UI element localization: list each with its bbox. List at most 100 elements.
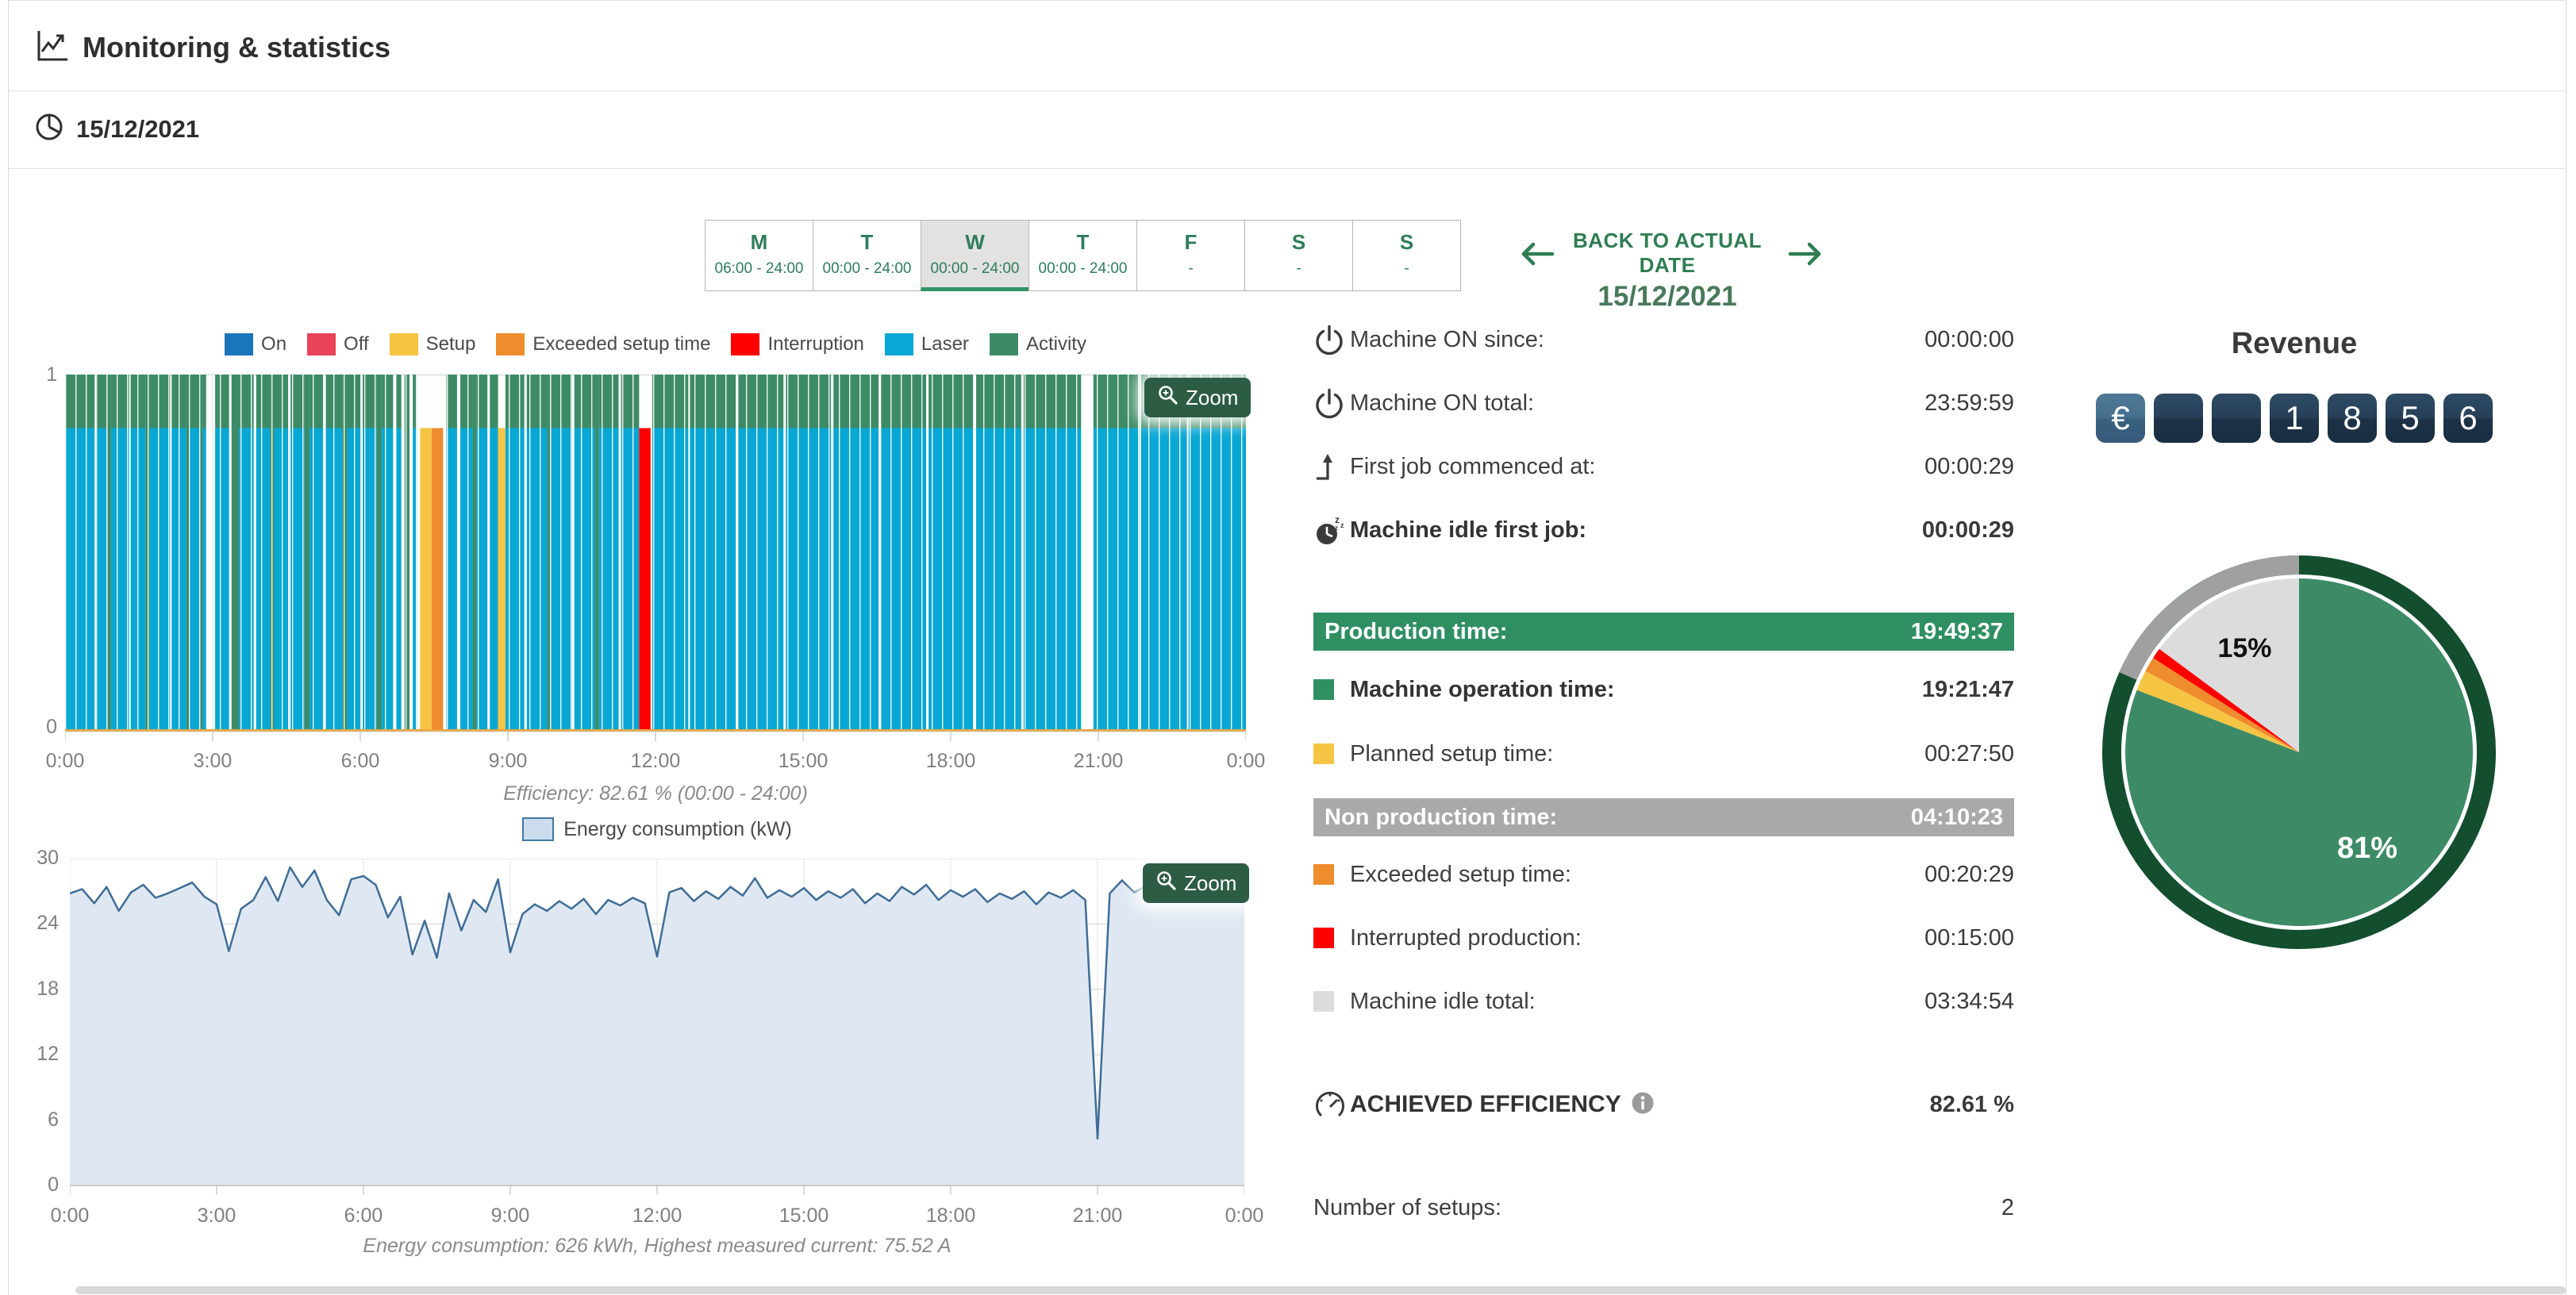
day-letter: M (706, 230, 813, 255)
zoom-magnifier-icon (1155, 870, 1177, 897)
week-day-3[interactable]: T00:00 - 24:00 (1028, 220, 1137, 291)
stat-label: First job commenced at: (1350, 454, 1595, 480)
svg-text:z: z (1335, 525, 1338, 532)
stat-label: Planned setup time: (1350, 741, 1553, 767)
currency-tile: € (2096, 394, 2145, 443)
power-icon (1313, 324, 1350, 355)
back-to-actual-date[interactable]: BACK TO ACTUAL DATE 15/12/2021 (1554, 229, 1781, 313)
energy-x-tick-label: 3:00 (181, 1205, 252, 1228)
revenue-title: Revenue (2096, 327, 2493, 361)
horizontal-scrollbar[interactable] (75, 1286, 2566, 1294)
stat-value: 82.61 % (1930, 1092, 2014, 1118)
job-start-icon (1313, 451, 1350, 482)
energy-y-tick-label: 24 (19, 912, 59, 935)
timeline-ymin-label: 0 (17, 716, 57, 739)
legend-item-setup: Setup (390, 333, 476, 355)
stat-swatch (1313, 864, 1334, 885)
legend-label: Activity (1026, 333, 1086, 355)
info-icon[interactable] (1631, 1091, 1655, 1119)
energy-x-tick-label: 6:00 (328, 1205, 399, 1228)
legend-item-laser: Laser (885, 333, 969, 355)
stat-row-first-job-commenced-at: First job commenced at:00:00:29 (1313, 448, 2014, 486)
timeline-ymax-label: 1 (17, 363, 57, 386)
stat-label: Number of setups: (1313, 1195, 1501, 1221)
date-header: 15/12/2021 (33, 111, 199, 147)
stat-row-machine-on-since: Machine ON since: 00:00:00 (1313, 321, 2014, 359)
energy-zoom-button[interactable]: Zoom (1143, 863, 1249, 903)
stat-label: Machine ON total: (1350, 390, 1534, 417)
energy-y-tick-label: 0 (19, 1174, 59, 1197)
gauge-icon (1313, 1088, 1350, 1121)
power-icon (1313, 387, 1350, 419)
revenue-digit-display: €1856 (2096, 394, 2493, 443)
week-day-5[interactable]: S- (1244, 220, 1353, 291)
card-left-border (8, 0, 9, 1295)
day-hours: 00:00 - 24:00 (921, 260, 1028, 278)
digit-tile: 8 (2328, 394, 2377, 443)
legend-item-exceeded-setup-time: Exceeded setup time (496, 333, 710, 355)
timeline-x-tick-label: 21:00 (1063, 750, 1134, 773)
stat-label: Machine idle total: (1350, 989, 1536, 1015)
energy-y-tick-label: 6 (19, 1109, 59, 1132)
digit-tile: 5 (2386, 394, 2435, 443)
stat-value: 00:00:00 (1924, 327, 2014, 353)
stat-row-machine-operation-time: Machine operation time:19:21:47 (1313, 671, 2014, 709)
legend-swatch (225, 333, 253, 355)
timeline-x-tick-label: 3:00 (177, 750, 248, 773)
legend-swatch (731, 333, 759, 355)
previous-day-arrow[interactable] (1517, 238, 1555, 274)
timeline-legend: OnOffSetupExceeded setup timeInterruptio… (65, 333, 1246, 355)
legend-swatch (885, 333, 913, 355)
digit-tile: 1 (2270, 394, 2319, 443)
stat-row-interrupted-production: Interrupted production:00:15:00 (1313, 919, 2014, 957)
energy-legend-label: Energy consumption (kW) (563, 818, 792, 841)
stat-value: 04:10:23 (1911, 805, 2003, 831)
legend-label: Laser (921, 333, 969, 355)
legend-swatch (390, 333, 418, 355)
energy-x-tick-label: 0:00 (34, 1205, 106, 1228)
legend-swatch (990, 333, 1018, 355)
blank-digit-tile (2154, 394, 2203, 443)
energy-legend: Energy consumption (kW) (70, 817, 1244, 841)
legend-label: On (261, 333, 286, 355)
next-day-arrow[interactable] (1787, 238, 1825, 274)
stat-label: Production time: (1325, 619, 1507, 645)
week-day-2-selected[interactable]: W 00:00 - 24:00 (921, 220, 1029, 291)
card-top-border (9, 0, 2566, 1)
energy-x-tick-label: 18:00 (915, 1205, 986, 1228)
stat-label: Non production time: (1325, 805, 1557, 831)
stat-value: 23:59:59 (1924, 390, 2014, 417)
timeline-x-tick-label: 0:00 (1210, 750, 1282, 773)
stat-row-exceeded-setup-time: Exceeded setup time:00:20:29 (1313, 855, 2014, 893)
day-hours: 00:00 - 24:00 (813, 260, 921, 278)
energy-zoom-label: Zoom (1184, 871, 1236, 896)
timeline-x-tick-label: 0:00 (29, 750, 101, 773)
stat-label: Machine idle first job: (1350, 517, 1586, 544)
day-letter: F (1137, 230, 1244, 255)
timeline-x-tick-label: 6:00 (325, 750, 396, 773)
timeline-zoom-button[interactable]: Zoom (1144, 378, 1251, 417)
week-day-6[interactable]: S- (1352, 220, 1461, 291)
stat-swatch (1313, 928, 1334, 948)
stat-row-number-of-setups: Number of setups: 2 (1313, 1189, 2014, 1227)
monitoring-dashboard: Monitoring & statistics 15/12/2021 M06:0… (0, 0, 2576, 1295)
week-day-4[interactable]: F- (1136, 220, 1245, 291)
svg-text:81%: 81% (2337, 832, 2397, 865)
day-letter: S (1353, 230, 1460, 255)
week-day-1[interactable]: T 00:00 - 24:00 (813, 220, 921, 291)
stat-label: Machine ON since: (1350, 327, 1544, 353)
day-letter: W (921, 230, 1028, 255)
timeline-zoom-label: Zoom (1186, 386, 1238, 410)
header-divider (9, 90, 2566, 91)
legend-label: Setup (426, 333, 476, 355)
legend-item-interruption: Interruption (731, 333, 863, 355)
day-letter: T (813, 230, 921, 255)
stat-row-machine-idle-first-job: zzzMachine idle first job:00:00:29 (1313, 511, 2014, 549)
stat-value: 2 (2001, 1195, 2014, 1221)
stat-value: 03:34:54 (1924, 989, 2014, 1015)
week-day-selector: M06:00 - 24:00T00:00 - 24:00W00:00 - 24:… (705, 220, 1461, 291)
energy-consumption-chart (70, 859, 1244, 1201)
legend-item-on: On (225, 333, 286, 355)
week-day-0[interactable]: M06:00 - 24:00 (705, 220, 813, 291)
date-divider (9, 168, 2566, 169)
